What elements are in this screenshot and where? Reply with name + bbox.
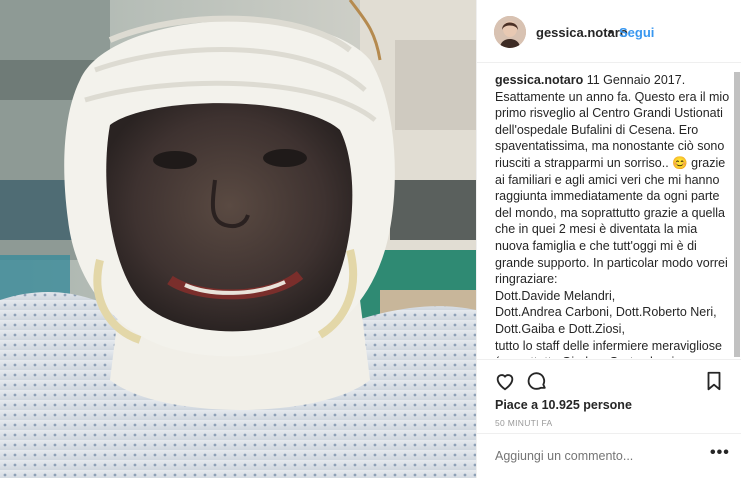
post-photo[interactable] bbox=[0, 0, 476, 478]
caption-text: 11 Gennaio 2017. Esattamente un anno fa.… bbox=[495, 73, 730, 358]
avatar[interactable] bbox=[494, 16, 526, 48]
scrollbar-thumb[interactable] bbox=[734, 72, 740, 357]
caption: gessica.notaro 11 Gennaio 2017. Esattame… bbox=[495, 72, 731, 358]
header-username[interactable]: gessica.notaro bbox=[536, 25, 628, 40]
divider bbox=[477, 359, 741, 360]
post-header: gessica.notaro • Segui bbox=[477, 0, 741, 63]
divider bbox=[477, 433, 741, 434]
instagram-post: gessica.notaro • Segui gessica.notaro 11… bbox=[0, 0, 741, 478]
follow-button[interactable]: Segui bbox=[619, 25, 654, 40]
likes-count[interactable]: Piace a 10.925 persone bbox=[495, 398, 632, 412]
heart-icon[interactable] bbox=[494, 370, 516, 392]
caption-username[interactable]: gessica.notaro bbox=[495, 73, 583, 87]
bookmark-icon[interactable] bbox=[703, 370, 725, 392]
caption-scrollbar[interactable] bbox=[734, 72, 740, 362]
comment-icon[interactable] bbox=[526, 370, 548, 392]
more-options-icon[interactable]: ••• bbox=[710, 444, 730, 462]
post-timestamp[interactable]: 50 MINUTI FA bbox=[495, 418, 552, 428]
avatar-image bbox=[494, 16, 526, 48]
comment-input[interactable] bbox=[495, 449, 695, 463]
header-separator: • bbox=[608, 24, 613, 39]
post-photo-image bbox=[0, 0, 476, 478]
action-bar bbox=[477, 361, 741, 401]
post-sidebar: gessica.notaro • Segui gessica.notaro 11… bbox=[476, 0, 741, 478]
